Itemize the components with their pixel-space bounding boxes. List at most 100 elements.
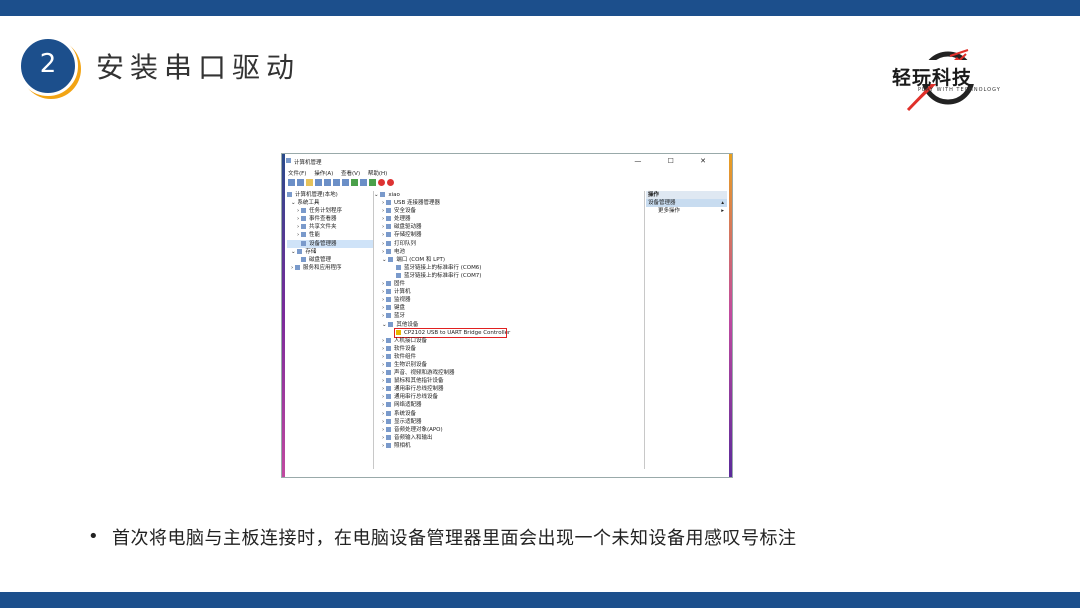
device-category[interactable]: 蓝牙链接上的标准串行 (COM7) xyxy=(374,272,644,280)
device-category-label: 鼠标和其他指针设备 xyxy=(393,378,444,385)
device-root[interactable]: ⌄ xiao xyxy=(374,191,644,199)
window-controls[interactable]: — ☐ ✕ xyxy=(634,157,718,165)
monitor-icon[interactable] xyxy=(360,179,367,186)
device-category-icon xyxy=(396,264,401,270)
device-category[interactable]: › 计算机 xyxy=(374,288,644,296)
device-category-label: 通用串行总线设备 xyxy=(393,394,438,401)
tree-item[interactable]: ⌄ 存储 xyxy=(287,248,373,256)
device-category[interactable]: › 存储控制器 xyxy=(374,231,644,239)
device-category[interactable]: › 磁盘驱动器 xyxy=(374,223,644,231)
device-category[interactable]: › 蓝牙 xyxy=(374,312,644,320)
device-category[interactable]: › 通用串行总线设备 xyxy=(374,393,644,401)
tree-item[interactable]: › 性能 xyxy=(287,231,373,239)
device-category[interactable]: › 打印队列 xyxy=(374,240,644,248)
grid-icon[interactable] xyxy=(315,179,322,186)
device-category[interactable]: ⌄ 端口 (COM 和 LPT) xyxy=(374,256,644,264)
device-category-label: 打印队列 xyxy=(393,240,416,247)
device-category[interactable]: › 安全设备 xyxy=(374,207,644,215)
device-category[interactable]: 蓝牙链接上的标准串行 (COM6) xyxy=(374,264,644,272)
device-category[interactable]: › 音频输入和输出 xyxy=(374,434,644,442)
device-category-icon xyxy=(385,281,391,287)
tree-item[interactable]: 磁盘管理 xyxy=(287,256,373,264)
device-category-icon xyxy=(385,208,391,214)
menu-action[interactable]: 操作(A) xyxy=(314,171,333,177)
menu-bar: 文件(F) 操作(A) 查看(V) 帮助(H) xyxy=(288,169,393,177)
device-category-label: 磁盘驱动器 xyxy=(393,224,422,231)
device-category-label: 蓝牙链接上的标准串行 (COM7) xyxy=(404,272,482,279)
device-category-icon xyxy=(385,248,391,254)
disable-icon[interactable] xyxy=(387,179,394,186)
device-category[interactable]: › 生物识别设备 xyxy=(374,361,644,369)
device-category-label: 端口 (COM 和 LPT) xyxy=(396,256,446,263)
device-category[interactable]: › 电池 xyxy=(374,248,644,256)
device-category[interactable]: › 处理器 xyxy=(374,215,644,223)
tree-item[interactable]: › 服务和应用程序 xyxy=(287,264,373,272)
slide-title: 安装串口驱动 xyxy=(96,51,301,84)
forward-icon[interactable] xyxy=(297,179,304,186)
device-category[interactable]: › 照相机 xyxy=(374,442,644,450)
properties-icon[interactable] xyxy=(324,179,331,186)
device-category-label: 人机接口设备 xyxy=(393,337,427,344)
device-category-icon xyxy=(385,200,391,206)
folder-icon[interactable] xyxy=(306,179,313,186)
menu-file[interactable]: 文件(F) xyxy=(288,171,306,177)
device-category-label: 系统设备 xyxy=(393,410,416,417)
device-manager-screenshot: 计算机管理 — ☐ ✕ 文件(F) 操作(A) 查看(V) 帮助(H) 计算机管… xyxy=(281,153,733,478)
device-category[interactable]: › 鼠标和其他指针设备 xyxy=(374,377,644,385)
device-category[interactable]: › 音频处理对象(APO) xyxy=(374,426,644,434)
menu-help[interactable]: 帮助(H) xyxy=(368,171,387,177)
device-category-label: 键盘 xyxy=(393,305,405,312)
tree-item[interactable]: ⌄ 系统工具 xyxy=(287,199,373,207)
device-category-label: 生物识别设备 xyxy=(393,361,427,368)
device-category-icon xyxy=(385,313,391,319)
device-category-label: 通用串行总线控制器 xyxy=(393,386,444,393)
tree-item[interactable]: › 事件查看器 xyxy=(287,215,373,223)
device-category-label: 软件设备 xyxy=(393,345,416,352)
refresh-icon[interactable] xyxy=(351,179,358,186)
device-category[interactable]: › 软件组件 xyxy=(374,353,644,361)
help-icon[interactable] xyxy=(333,179,340,186)
device-category-label: 蓝牙 xyxy=(393,313,405,320)
toolbar xyxy=(288,179,726,189)
unknown-device-row[interactable]: CP2102 USB to UART Bridge Controller xyxy=(374,327,644,338)
device-category-icon xyxy=(385,434,391,440)
device-category[interactable]: › 监视器 xyxy=(374,296,644,304)
uninstall-icon[interactable] xyxy=(378,179,385,186)
device-category[interactable]: › 软件设备 xyxy=(374,345,644,353)
device-category-icon xyxy=(385,240,391,246)
device-category-icon xyxy=(385,361,391,367)
back-icon[interactable] xyxy=(288,179,295,186)
tree-item[interactable]: › 任务计划程序 xyxy=(287,207,373,215)
device-category[interactable]: › 人机接口设备 xyxy=(374,337,644,345)
window-title: 计算机管理 xyxy=(294,160,322,166)
device-category-icon xyxy=(396,272,401,278)
actions-section-device-manager[interactable]: 设备管理器 ▴ xyxy=(646,199,727,208)
device-category[interactable]: › 声音、视频和游戏控制器 xyxy=(374,369,644,377)
actions-more[interactable]: 更多操作 ▸ xyxy=(646,207,727,215)
wallpaper-edge-right xyxy=(729,154,732,477)
update-driver-icon[interactable] xyxy=(369,179,376,186)
view-icon[interactable] xyxy=(342,179,349,186)
device-category[interactable]: › USB 连接器管理器 xyxy=(374,199,644,207)
device-category-icon xyxy=(385,216,391,222)
device-category-label: 音频输入和输出 xyxy=(393,434,433,441)
top-accent-bar xyxy=(0,0,1080,16)
device-category-icon xyxy=(385,418,391,424)
device-category[interactable]: › 键盘 xyxy=(374,304,644,312)
device-category[interactable]: › 通用串行总线控制器 xyxy=(374,385,644,393)
window-titlebar: 计算机管理 — ☐ ✕ xyxy=(286,156,728,166)
device-category[interactable]: › 系统设备 xyxy=(374,410,644,418)
device-category-icon xyxy=(385,386,391,392)
tree-item-device-manager[interactable]: 设备管理器 xyxy=(287,239,373,248)
device-category-label: 显示适配器 xyxy=(393,418,422,425)
tree-item[interactable]: 计算机管理(本地) xyxy=(287,191,373,199)
device-category-label: 固件 xyxy=(393,281,405,288)
device-category-icon xyxy=(388,256,394,262)
device-category[interactable]: › 网络适配器 xyxy=(374,401,644,409)
menu-view[interactable]: 查看(V) xyxy=(341,171,360,177)
device-category[interactable]: › 固件 xyxy=(374,280,644,288)
device-list: ⌄ xiao › USB 连接器管理器 › 安全设备 › 处理器 › 磁盘驱动器 › 存… xyxy=(374,191,645,469)
tree-item[interactable]: › 共享文件夹 xyxy=(287,223,373,231)
device-category[interactable]: › 显示适配器 xyxy=(374,418,644,426)
device-category-icon xyxy=(385,410,391,416)
